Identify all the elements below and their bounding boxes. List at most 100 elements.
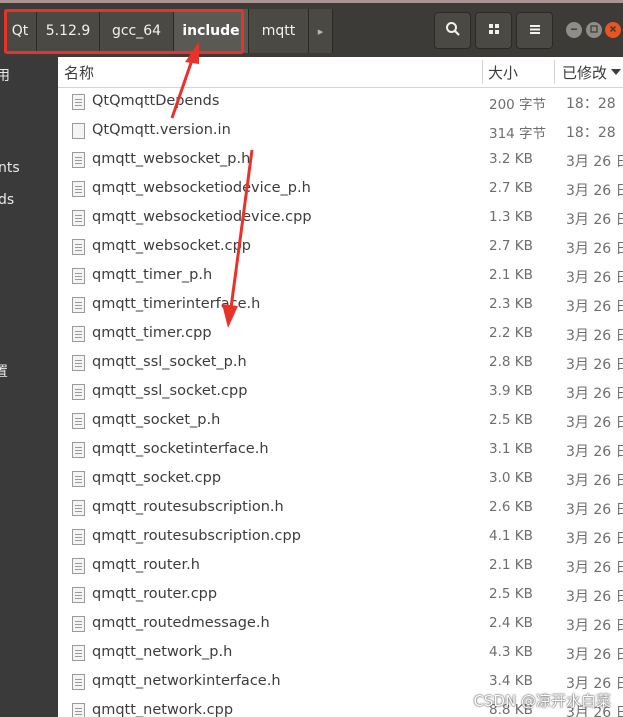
text-file-icon (72, 181, 85, 197)
file-name: qmqtt_websocket_p.h (92, 151, 251, 167)
file-row[interactable]: QtQmqtt.version.in 314 字节 18：28 (58, 117, 623, 146)
file-row[interactable]: qmqtt_websocketiodevice_p.h 2.7 KB 3月 26… (58, 175, 623, 204)
view-toggle-button[interactable] (475, 12, 512, 49)
file-row[interactable]: qmqtt_network_p.h 4.3 KB 3月 26 日 (58, 639, 623, 668)
file-size: 2.1 KB (489, 557, 533, 573)
maximize-button[interactable] (586, 22, 602, 38)
file-modified: 3月 26 日 (566, 386, 623, 402)
sidebar-item-2[interactable]: nts (0, 160, 20, 176)
breadcrumb: Qt 5.12.9 gcc_64 include mqtt ▸ (4, 9, 333, 54)
file-modified: 3月 26 日 (566, 183, 623, 199)
file-row[interactable]: qmqtt_timer.cpp 2.2 KB 3月 26 日 (58, 320, 623, 349)
file-size: 2.8 KB (489, 354, 533, 370)
file-modified: 3月 26 日 (566, 444, 623, 460)
file-size: 3.0 KB (489, 470, 533, 486)
text-file-icon (72, 703, 85, 717)
file-name: qmqtt_router.cpp (92, 586, 218, 602)
file-row[interactable]: qmqtt_websocket.cpp 2.7 KB 3月 26 日 (58, 233, 623, 262)
file-modified: 3月 26 日 (566, 241, 623, 257)
file-name: qmqtt_routesubscription.h (92, 499, 284, 515)
text-file-icon (72, 152, 85, 168)
sidebar-item-3[interactable]: ds (0, 192, 14, 208)
file-name: QtQmqtt.version.in (92, 122, 231, 138)
file-row[interactable]: qmqtt_timerinterface.h 2.3 KB 3月 26 日 (58, 291, 623, 320)
file-size: 4.1 KB (489, 528, 533, 544)
file-modified: 3月 26 日 (566, 618, 623, 634)
file-row[interactable]: qmqtt_ssl_socket_p.h 2.8 KB 3月 26 日 (58, 349, 623, 378)
file-row[interactable]: qmqtt_socket_p.h 2.5 KB 3月 26 日 (58, 407, 623, 436)
file-row[interactable]: qmqtt_websocket_p.h 3.2 KB 3月 26 日 (58, 146, 623, 175)
text-file-icon (72, 268, 85, 284)
top-edge-strip (0, 0, 623, 3)
column-header: 名称 大小 已修改 (58, 57, 623, 88)
text-file-icon (72, 326, 85, 342)
file-row[interactable]: qmqtt_routesubscription.cpp 4.1 KB 3月 26… (58, 523, 623, 552)
file-modified: 3月 26 日 (566, 328, 623, 344)
sort-down-icon[interactable] (611, 57, 623, 87)
file-row[interactable]: qmqtt_socket.cpp 3.0 KB 3月 26 日 (58, 465, 623, 494)
text-file-icon (72, 587, 85, 603)
column-name[interactable]: 名称 (64, 57, 482, 87)
file-row[interactable]: qmqtt_router.cpp 2.5 KB 3月 26 日 (58, 581, 623, 610)
file-row[interactable]: qmqtt_ssl_socket.cpp 3.9 KB 3月 26 日 (58, 378, 623, 407)
column-divider (482, 60, 483, 84)
file-row[interactable]: QtQmqttDepends 200 字节 18：28 (58, 88, 623, 117)
text-file-icon (72, 529, 85, 545)
file-row[interactable]: qmqtt_router.h 2.1 KB 3月 26 日 (58, 552, 623, 581)
file-size: 4.3 KB (489, 644, 533, 660)
file-row[interactable]: qmqtt_socketinterface.h 3.1 KB 3月 26 日 (58, 436, 623, 465)
file-size: 3.9 KB (489, 383, 533, 399)
file-row[interactable]: qmqtt_routesubscription.h 2.6 KB 3月 26 日 (58, 494, 623, 523)
sidebar-item-1[interactable]: 用 (0, 65, 10, 85)
file-row[interactable]: qmqtt_routedmessage.h 2.4 KB 3月 26 日 (58, 610, 623, 639)
breadcrumb-item-version[interactable]: 5.12.9 (37, 9, 100, 53)
close-button[interactable] (605, 22, 621, 38)
file-name: qmqtt_router.h (92, 557, 200, 573)
file-size: 3.1 KB (489, 441, 533, 457)
file-size: 314 字节 (489, 126, 547, 142)
breadcrumb-item-gcc[interactable]: gcc_64 (100, 9, 174, 53)
file-modified: 3月 26 日 (566, 154, 623, 170)
file-size: 2.7 KB (489, 180, 533, 196)
file-name: qmqtt_timer.cpp (92, 325, 212, 341)
file-size: 2.5 KB (489, 412, 533, 428)
file-name: qmqtt_websocket.cpp (92, 238, 252, 254)
text-file-icon (72, 616, 85, 632)
file-size: 2.6 KB (489, 499, 533, 515)
text-file-icon (72, 413, 85, 429)
breadcrumb-item-qt[interactable]: Qt (4, 9, 37, 53)
breadcrumb-scroll-right[interactable]: ▸ (309, 9, 333, 53)
search-button[interactable] (434, 12, 471, 49)
text-file-icon (72, 674, 85, 690)
menu-button[interactable] (516, 12, 553, 49)
minimize-button[interactable] (566, 22, 582, 38)
text-file-icon (72, 355, 85, 371)
text-file-icon (72, 442, 85, 458)
file-size: 2.3 KB (489, 296, 533, 312)
file-size: 3.4 KB (489, 673, 533, 689)
file-modified: 3月 26 日 (566, 415, 623, 431)
text-file-icon (72, 94, 85, 110)
search-icon (445, 21, 461, 41)
file-name: qmqtt_ssl_socket.cpp (92, 383, 248, 399)
sidebar-item-4[interactable]: 置 (0, 361, 8, 381)
breadcrumb-item-mqtt[interactable]: mqtt (249, 9, 309, 53)
text-file-icon (72, 471, 85, 487)
file-modified: 3月 26 日 (566, 357, 623, 373)
watermark: CSDN @凉开水白菜 (473, 692, 611, 710)
file-row[interactable]: qmqtt_websocketiodevice.cpp 1.3 KB 3月 26… (58, 204, 623, 233)
file-name: qmqtt_websocketiodevice_p.h (92, 180, 311, 196)
file-name: qmqtt_websocketiodevice.cpp (92, 209, 312, 225)
header-bar: Qt 5.12.9 gcc_64 include mqtt ▸ (0, 0, 623, 57)
text-file-icon (72, 558, 85, 574)
text-file-icon (72, 239, 85, 255)
file-name: qmqtt_networkinterface.h (92, 673, 281, 689)
breadcrumb-item-include[interactable]: include (174, 9, 249, 53)
column-size[interactable]: 大小 (488, 57, 554, 87)
file-name: qmqtt_timer_p.h (92, 267, 213, 283)
column-modified[interactable]: 已修改 (562, 57, 612, 87)
file-size: 2.2 KB (489, 325, 533, 341)
file-name: qmqtt_network.cpp (92, 702, 234, 717)
file-row[interactable]: qmqtt_timer_p.h 2.1 KB 3月 26 日 (58, 262, 623, 291)
text-file-icon (72, 210, 85, 226)
